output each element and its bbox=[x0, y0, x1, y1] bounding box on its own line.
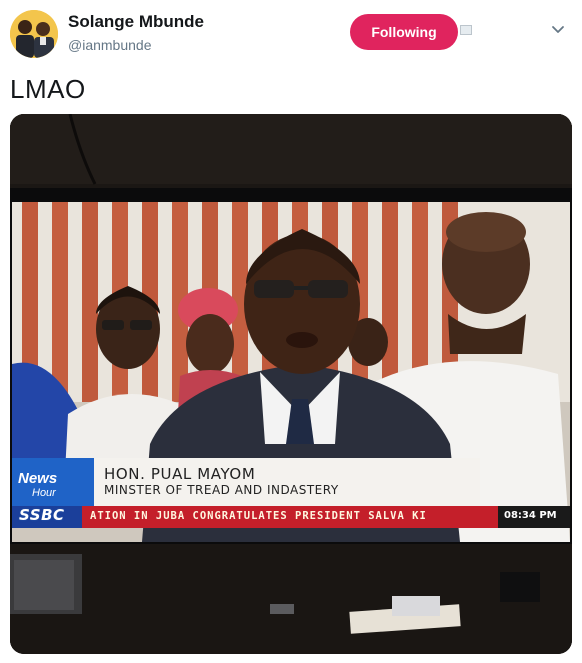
news-hour-logo: News Hour bbox=[18, 470, 58, 500]
notification-icon[interactable] bbox=[460, 25, 472, 35]
tweet-media-photo[interactable]: News Hour HON. PUAL MAYOM MINSTER OF TRE… bbox=[10, 114, 572, 654]
news-ticker: ATION IN JUBA CONGRATULATES PRESIDENT SA… bbox=[90, 510, 427, 522]
avatar-photo-icon bbox=[10, 10, 58, 58]
display-name[interactable]: Solange Mbunde bbox=[68, 12, 204, 32]
news-logo-main: News bbox=[18, 470, 58, 487]
chevron-down-icon[interactable] bbox=[550, 22, 566, 38]
tweet-header: Solange Mbunde @ianmbunde Following bbox=[0, 0, 582, 70]
news-logo-sub: Hour bbox=[32, 487, 56, 499]
caption-title: MINSTER OF TREAD AND INDASTERY bbox=[104, 483, 339, 497]
ticker-time: 08:34 PM bbox=[504, 510, 557, 521]
avatar[interactable] bbox=[10, 10, 58, 58]
user-handle[interactable]: @ianmbunde bbox=[68, 37, 152, 53]
following-button[interactable]: Following bbox=[350, 14, 458, 50]
tweet-text: LMAO bbox=[10, 74, 86, 104]
tv-photo-icon bbox=[10, 114, 572, 654]
station-logo: SSBC bbox=[19, 506, 65, 524]
caption-name: HON. PUAL MAYOM bbox=[104, 465, 256, 483]
